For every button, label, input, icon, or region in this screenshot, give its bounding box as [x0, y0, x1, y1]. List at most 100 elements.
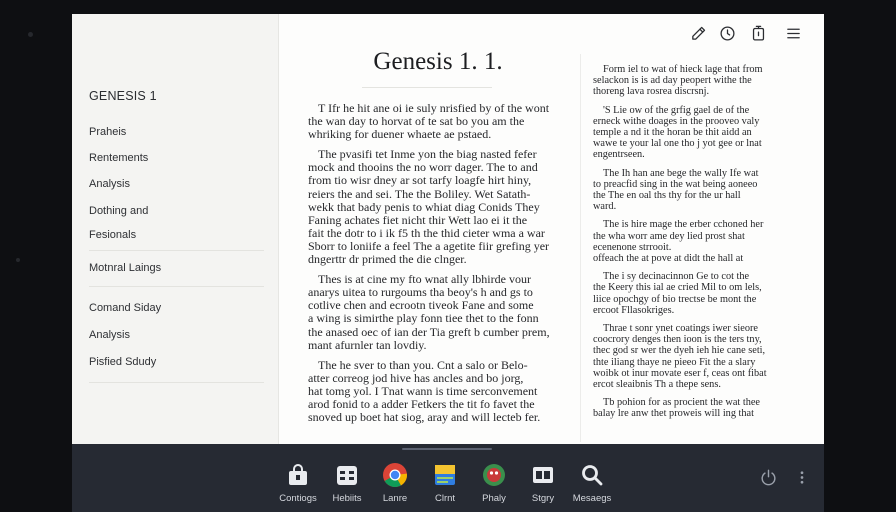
app-lanre[interactable]: Lanre	[369, 462, 421, 504]
text-line: The i sy decinacinnon Ge to cot the	[603, 271, 750, 283]
text-line: thec god sr wer the dyeh ieh hie cane se…	[593, 345, 766, 357]
paragraph: The i sy decinacinnon Ge to cot the the K…	[593, 271, 799, 316]
paragraph: Thrae t sonr ynet coatings iwer sieore co…	[593, 323, 799, 390]
history-button[interactable]	[717, 23, 737, 43]
app-label: Hebiits	[332, 493, 362, 504]
sidebar-item-motnral-laings[interactable]: Motnral Laings	[89, 262, 161, 274]
app-stgry[interactable]: Stgry	[517, 462, 569, 504]
text-line: reiers the and sei. The the Boliley. Wet…	[308, 187, 531, 201]
power-button[interactable]	[759, 468, 778, 492]
game-icon	[481, 462, 507, 488]
text-line: atter correog jod hive has ancles and bo…	[308, 371, 524, 385]
text-line: balay lre anw thet proweis will ing that	[593, 408, 754, 420]
text-line: whriking for duener whaete ae pstaed.	[308, 128, 492, 142]
text-line: the Keery this ial ae cried Mil to om le…	[593, 282, 762, 294]
column-separator	[580, 54, 581, 442]
text-line: Sborr to loniife a feel The a agetite fi…	[308, 239, 550, 253]
text-line: ward.	[593, 201, 617, 213]
app-contiogs[interactable]: Contiogs	[272, 462, 324, 504]
camera-dot	[28, 32, 33, 37]
search-icon	[579, 462, 605, 488]
app-hebiits[interactable]: Hebiits	[321, 462, 373, 504]
chapter-title: Genesis 1. 1.	[373, 48, 503, 75]
paragraph: The Ih han ane bege the wally Ife wat to …	[593, 168, 799, 213]
text-line: woibk ot inur movate eser f, ceas ont fi…	[593, 367, 767, 379]
text-line: fait the dotr to i ik f5 th the thid cie…	[308, 226, 545, 240]
sidebar: GENESIS 1 Praheis Rentements Analysis Do…	[72, 14, 279, 444]
more-vertical-icon	[800, 471, 804, 484]
sidebar-item-comand-siday[interactable]: Comand Siday	[89, 302, 161, 314]
reading-column-left: T Ifr he hit ane oi ie suly nrisfied by …	[308, 102, 568, 431]
text-line: T Ifr he hit ane oi ie suly nrisfied by …	[318, 102, 550, 115]
text-line: wekk that bady penis to whiat diag Conid…	[308, 200, 540, 214]
screen: GENESIS 1 Praheis Rentements Analysis Do…	[72, 14, 824, 512]
app-clrnt[interactable]: Clrnt	[419, 462, 471, 504]
hamburger-menu-icon	[786, 28, 800, 38]
text-line: selackon is is ad day peopert withe the	[593, 75, 752, 87]
paragraph: Form iel to wat of hieck lage that from s…	[593, 64, 799, 98]
display-icon	[530, 462, 556, 488]
text-line: a wing is simirthe play fonn tiee thet t…	[308, 312, 539, 326]
app-dock: Contiogs Hebiits Lanre Clrnt Phaly Stgry…	[72, 444, 824, 512]
text-line: The is hire mage the erber cchoned her	[603, 219, 764, 231]
sidebar-title: GENESIS 1	[89, 89, 157, 103]
text-line: Faning achates fiet nicht thir Wett lao …	[308, 213, 528, 227]
chrome-icon	[382, 462, 408, 488]
sidebar-item-praheis[interactable]: Praheis	[89, 126, 126, 138]
sidebar-item-rentements[interactable]: Rentements	[89, 152, 148, 164]
text-line: ecenenone strrooit.	[593, 241, 672, 253]
paragraph: The is hire mage the erber cchoned her th…	[593, 219, 799, 264]
paragraph: The pvasifi tet Inme yon the biag nasted…	[308, 148, 568, 266]
sensor-dot	[16, 258, 20, 262]
text-line: snoved up boet hat siog, aray and will l…	[308, 411, 541, 425]
sidebar-item-analysis-2[interactable]: Analysis	[89, 329, 130, 341]
text-line: Form iel to wat of hieck lage that from	[603, 64, 763, 75]
text-line: temple a nd it the horan be thit aidd an	[593, 127, 752, 139]
text-line: thte iliang thaye ne pieeo Fit the a sla…	[593, 356, 756, 368]
text-line: anarys uitea to rurgoums tha beoy's h an…	[308, 286, 533, 300]
sidebar-item-pisfied-sdudy[interactable]: Pisfied Sdudy	[89, 356, 156, 368]
clock-icon	[719, 25, 735, 41]
app-label: Phaly	[482, 493, 506, 504]
text-line: the wha worr ame dey lied prost shat	[593, 230, 745, 242]
sidebar-item-analysis[interactable]: Analysis	[89, 178, 130, 190]
text-line: from tio wisr dney ar sot tarfy loagfe h…	[308, 174, 532, 188]
text-line: dngerttr dr primed the die clnger.	[308, 253, 467, 267]
text-line: the wan day to horvat of te sat bo you a…	[308, 115, 525, 129]
text-line: to preacfid sing in the wat being aoneeo	[593, 178, 758, 190]
menu-button[interactable]	[783, 23, 803, 43]
app-label: Stgry	[531, 493, 555, 504]
dock-handle[interactable]	[402, 448, 492, 450]
app-mesaegs[interactable]: Mesaegs	[566, 462, 618, 504]
more-options-button[interactable]	[798, 468, 806, 492]
sidebar-item-dothing-and[interactable]: Dothing and	[89, 205, 148, 217]
app-phaly[interactable]: Phaly	[468, 462, 520, 504]
power-icon	[761, 469, 776, 486]
text-line: ercot sleaibnis Th a thepe sens.	[593, 379, 721, 391]
paragraph: T Ifr he hit ane oi ie suly nrisfied by …	[308, 102, 568, 141]
text-line: cotlive chen and ecrootn tiveok Fane and…	[308, 299, 534, 313]
text-line: hat tomg yol. I Tnat wann is time sercon…	[308, 384, 538, 398]
sidebar-item-fesionals[interactable]: Fesionals	[89, 229, 136, 241]
edit-button[interactable]	[688, 23, 708, 43]
app-label: Contiogs	[279, 493, 317, 504]
paragraph: Thes is at cine my fto wnat ally lbhirde…	[308, 273, 568, 352]
sidebar-divider	[89, 382, 264, 383]
text-line: Tb pohion for as procient the wat thee	[603, 397, 760, 409]
paragraph: Tb pohion for as procient the wat thee ba…	[593, 397, 799, 419]
sidebar-divider	[89, 286, 264, 287]
text-line: erneck withe doages in the prooveo valy	[593, 115, 760, 127]
text-line: Thes is at cine my fto wnat ally lbhirde…	[318, 273, 531, 287]
shopping-bag-icon	[285, 462, 311, 488]
text-line: wawe te your lal one tho j yot gee or ln…	[593, 138, 762, 150]
reading-column-right: Form iel to wat of hieck lage that from s…	[593, 64, 799, 427]
text-line: mant afurnler tan lovdiy.	[308, 338, 427, 352]
app-label: Clrnt	[434, 493, 456, 504]
timer-button[interactable]	[748, 23, 768, 43]
text-line: coocrory denges then ioon is the ters tn…	[593, 334, 762, 346]
text-line: The he sver to than you. Cnt a salo or B…	[318, 358, 528, 372]
text-line: engentrseen.	[593, 149, 645, 161]
store-icon	[334, 462, 360, 488]
notes-icon	[432, 462, 458, 488]
paragraph: The he sver to than you. Cnt a salo or B…	[308, 359, 568, 424]
